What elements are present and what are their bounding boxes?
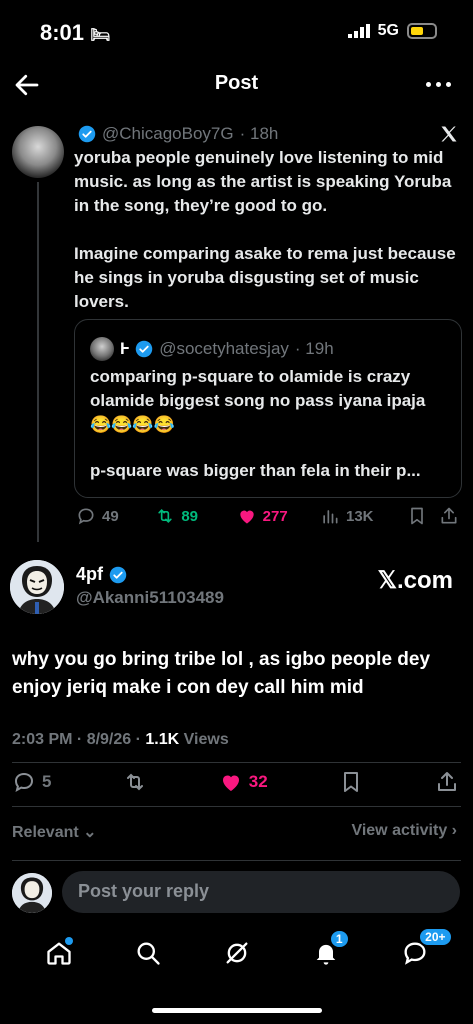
- reply-icon: [78, 508, 94, 525]
- quote-header: Ⱶ @socetyhatesjay · 19h: [90, 337, 334, 361]
- bookmark-icon: [411, 507, 424, 525]
- chevron-down-icon: ⌄: [83, 824, 97, 841]
- chevron-right-icon: ›: [451, 822, 457, 839]
- share-icon: [437, 772, 456, 791]
- network-label: 5G: [377, 22, 399, 39]
- post-author[interactable]: 4pf: [76, 564, 127, 585]
- reply-input[interactable]: Post your reply: [62, 871, 460, 913]
- status-indicators: 5G: [347, 22, 437, 40]
- nav-search[interactable]: [130, 935, 166, 971]
- bed-icon: 🛏: [90, 27, 111, 44]
- quote-handle: @socetyhatesjay: [159, 339, 289, 358]
- views-button[interactable]: 13K: [320, 506, 407, 526]
- divider: [12, 860, 461, 861]
- like-button[interactable]: 277: [237, 506, 320, 526]
- nav-home[interactable]: [41, 935, 77, 971]
- view-activity-link[interactable]: View activity ›: [351, 822, 457, 840]
- x-logo-icon: [441, 126, 457, 142]
- heart-filled-icon: [222, 775, 239, 791]
- nav-grok[interactable]: [219, 935, 255, 971]
- avatar: [90, 337, 114, 361]
- quote-text-continued: p-square was bigger than fela in their p…: [90, 461, 421, 480]
- repost-icon: [127, 773, 144, 791]
- share-icon: [441, 507, 457, 524]
- messages-badge: 20+: [418, 927, 453, 947]
- bookmark-icon: [344, 772, 359, 792]
- bottom-nav: 1 20+: [0, 927, 473, 978]
- status-time: 8:01 🛏: [40, 20, 111, 45]
- divider: [12, 762, 461, 763]
- quote-author-name: Ⱶ: [120, 339, 130, 358]
- nav-messages[interactable]: 20+: [397, 927, 453, 971]
- battery-icon: [407, 23, 437, 39]
- post-text: why you go bring tribe lol , as igbo peo…: [12, 649, 431, 698]
- post-actions: 5 32: [12, 770, 459, 794]
- sort-relevant-dropdown[interactable]: Relevant ⌄: [12, 822, 97, 842]
- views-icon: [323, 510, 338, 524]
- verified-badge-icon: [135, 340, 153, 358]
- heart-filled-icon: [240, 510, 254, 524]
- verified-badge-icon: [78, 125, 96, 143]
- repost-button[interactable]: [123, 770, 147, 794]
- reply-button[interactable]: 5: [12, 770, 51, 794]
- bookmark-button[interactable]: [407, 506, 439, 526]
- quote-time: · 19h: [294, 339, 334, 358]
- more-options-icon[interactable]: [426, 82, 451, 87]
- post-meta: 2:03 PM · 8/9/26 · 1.1K Views: [12, 731, 229, 748]
- author-name: 4pf: [76, 564, 103, 584]
- masked-face-icon: [10, 560, 64, 614]
- nav-notifications[interactable]: 1: [308, 929, 350, 971]
- divider: [12, 806, 461, 807]
- bookmark-button[interactable]: [339, 770, 363, 794]
- quote-text: comparing p-square to olamide is crazy o…: [90, 367, 426, 434]
- verified-badge-icon: [109, 566, 127, 583]
- home-indicator: [152, 1008, 322, 1013]
- avatar[interactable]: [10, 560, 64, 614]
- share-button[interactable]: [435, 770, 459, 794]
- repost-icon: [158, 508, 173, 524]
- thread-line: [37, 182, 39, 542]
- grok-icon: [226, 942, 247, 964]
- post-header: @ChicagoBoy7G · 18h: [78, 124, 278, 144]
- like-button[interactable]: 32: [219, 770, 268, 794]
- home-unread-dot: [64, 937, 73, 945]
- post-time: · 18h: [239, 124, 279, 143]
- notifications-badge: 1: [328, 929, 350, 949]
- views-count: 1.1K: [145, 731, 180, 748]
- avatar[interactable]: [12, 126, 64, 178]
- x-com-watermark: 𝕏.com: [377, 567, 453, 594]
- repost-button[interactable]: 89: [155, 506, 236, 526]
- avatar: [12, 873, 52, 913]
- post-actions: 49 89 277 13K: [76, 506, 459, 526]
- post-text: yoruba people genuinely love listening t…: [74, 148, 456, 311]
- reply-button[interactable]: 49: [76, 506, 155, 526]
- share-button[interactable]: [439, 506, 459, 526]
- reply-icon: [14, 772, 34, 793]
- post-handle[interactable]: @ChicagoBoy7G: [102, 124, 234, 144]
- signal-icon: [347, 24, 370, 38]
- masked-face-icon: [12, 873, 52, 913]
- search-icon: [137, 942, 160, 965]
- author-handle[interactable]: @Akanni51103489: [76, 588, 224, 608]
- page-title: Post: [214, 72, 259, 94]
